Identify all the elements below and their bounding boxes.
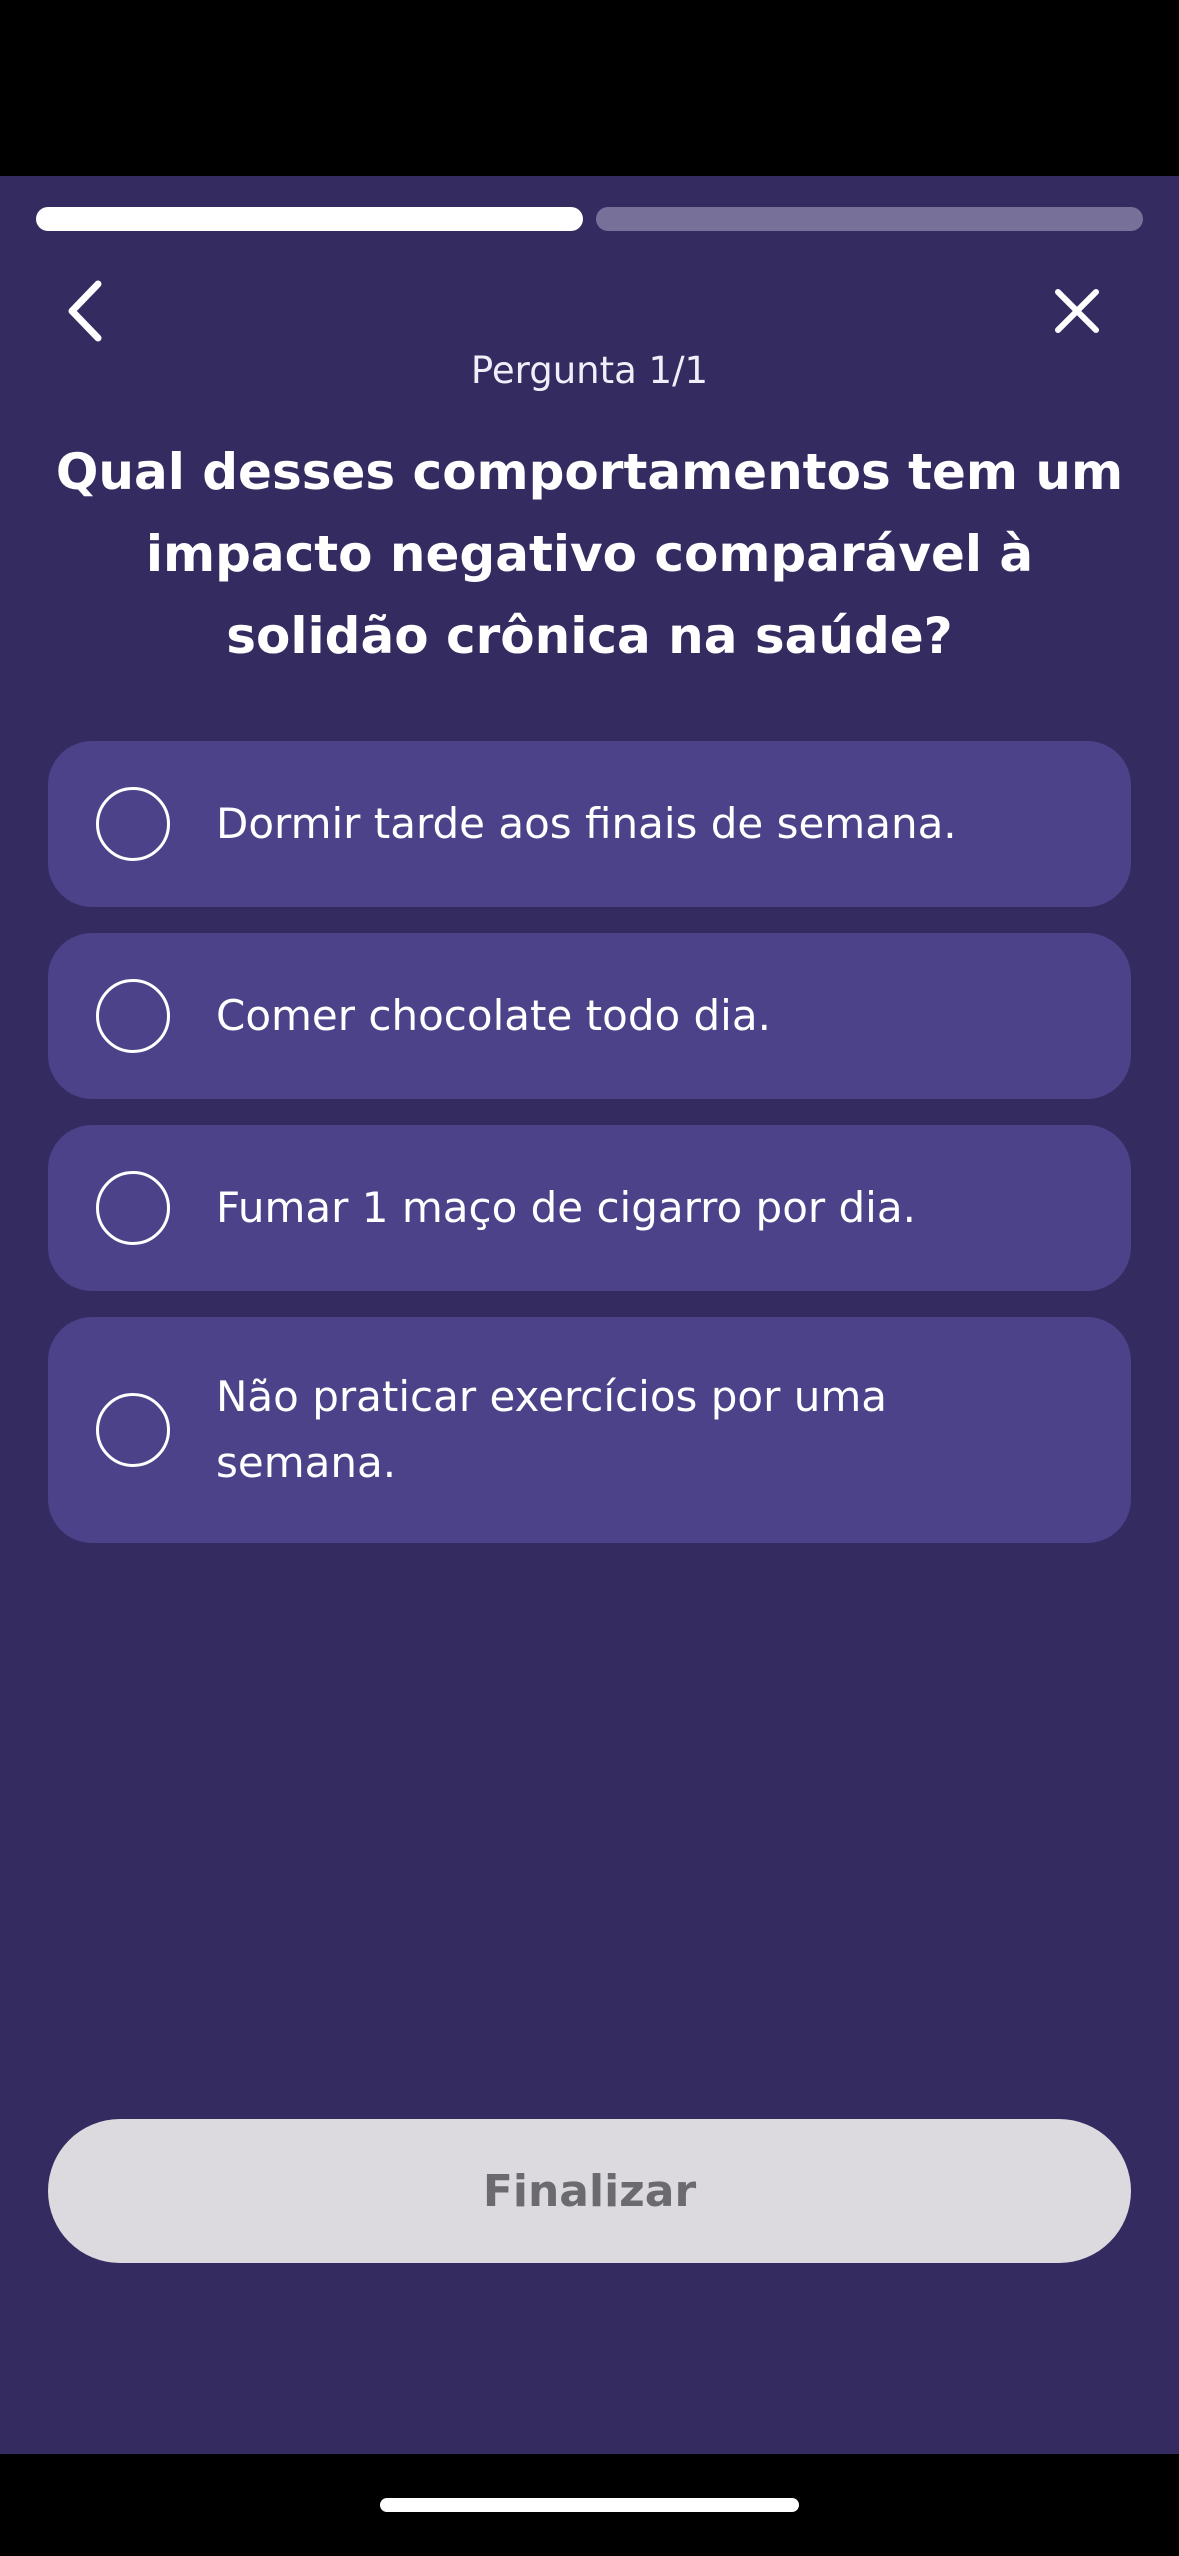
answer-option-1[interactable]: Dormir tarde aos finais de semana. — [48, 741, 1131, 907]
chevron-left-icon — [68, 280, 102, 342]
progress-segment-1 — [36, 207, 583, 231]
home-indicator[interactable] — [380, 2498, 799, 2512]
answer-option-3[interactable]: Fumar 1 maço de cigarro por dia. — [48, 1125, 1131, 1291]
home-indicator-area — [0, 2454, 1179, 2556]
question-text: Qual desses comportamentos tem um impact… — [55, 443, 1124, 665]
back-button[interactable] — [40, 266, 130, 356]
answer-option-2[interactable]: Comer chocolate todo dia. — [48, 933, 1131, 1099]
close-button[interactable] — [1032, 266, 1122, 356]
radio-button[interactable] — [96, 1171, 170, 1245]
option-label: Dormir tarde aos finais de semana. — [216, 799, 957, 848]
close-icon — [1055, 289, 1099, 333]
radio-button[interactable] — [96, 787, 170, 861]
answer-option-4[interactable]: Não praticar exercícios por uma semana. — [48, 1317, 1131, 1543]
quiz-screen: Pergunta 1/1 Qual desses comportamentos … — [0, 176, 1179, 2454]
progress-segment-2 — [596, 207, 1143, 231]
finish-button[interactable]: Finalizar — [48, 2119, 1131, 2263]
option-label: Não praticar exercícios por uma semana. — [216, 1372, 887, 1487]
radio-button[interactable] — [96, 979, 170, 1053]
radio-button[interactable] — [96, 1393, 170, 1467]
status-bar-area — [0, 0, 1179, 176]
option-label: Comer chocolate todo dia. — [216, 991, 771, 1040]
option-label: Fumar 1 maço de cigarro por dia. — [216, 1183, 916, 1232]
question-counter: Pergunta 1/1 — [470, 349, 709, 392]
